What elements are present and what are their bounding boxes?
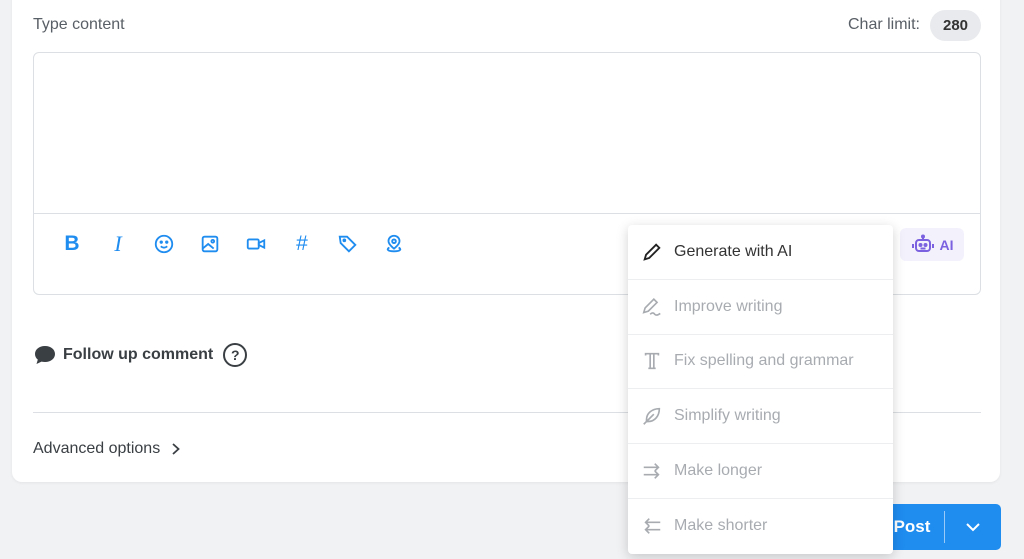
bold-button[interactable]: B (56, 229, 88, 259)
speech-bubble-icon (35, 346, 55, 364)
menu-item-fix-spelling[interactable]: Fix spelling and grammar (628, 335, 893, 390)
char-limit-badge: 280 (930, 10, 981, 41)
menu-item-label: Improve writing (674, 297, 783, 315)
content-label: Type content (33, 16, 125, 33)
char-limit-label: Char limit: (847, 16, 920, 33)
video-button[interactable] (240, 229, 272, 259)
emoji-button[interactable] (148, 229, 180, 259)
tag-button[interactable] (332, 229, 364, 259)
menu-item-simplify-writing[interactable]: Simplify writing (628, 389, 893, 445)
editor-toolbar: B I # (56, 229, 424, 259)
advanced-options-toggle[interactable]: Advanced options (33, 438, 182, 460)
ai-assistant-button[interactable]: AI (900, 228, 964, 261)
post-options-button[interactable] (945, 504, 1001, 550)
robot-icon (911, 234, 934, 252)
hashtag-button[interactable]: # (286, 229, 318, 259)
help-icon[interactable]: ? (223, 343, 248, 367)
stage: Type content Char limit: 280 B I # AI Fo… (0, 0, 1024, 559)
editor-toolbar-divider (33, 213, 981, 214)
italic-button[interactable]: I (102, 229, 134, 259)
hashtag-icon: # (296, 232, 308, 255)
menu-item-label: Simplify writing (674, 407, 781, 425)
video-camera-icon (246, 238, 266, 250)
bold-icon: B (64, 232, 80, 255)
pen-wave-icon (640, 295, 664, 319)
menu-item-label: Generate with AI (674, 242, 793, 260)
menu-item-label: Make longer (674, 462, 763, 480)
menu-item-improve-writing[interactable]: Improve writing (628, 280, 893, 335)
menu-item-generate-with-ai[interactable]: Generate with AI (628, 225, 893, 280)
follow-up-label: Follow up comment (63, 346, 214, 363)
arrows-compress-icon (640, 514, 664, 538)
location-pin-icon (386, 234, 402, 253)
menu-item-make-shorter[interactable]: Make shorter (628, 499, 893, 554)
smiley-icon (154, 234, 174, 254)
advanced-options-label: Advanced options (33, 440, 161, 457)
italic-icon: I (114, 231, 122, 256)
menu-item-label: Make shorter (674, 517, 768, 535)
tag-icon (338, 235, 357, 253)
chevron-down-icon (966, 523, 980, 532)
pen-icon (640, 240, 664, 264)
chevron-right-icon (172, 443, 181, 455)
follow-up-comment[interactable]: Follow up comment ? (33, 342, 248, 368)
menu-item-label: Fix spelling and grammar (674, 352, 854, 370)
menu-item-make-longer[interactable]: Make longer (628, 444, 893, 499)
ai-actions-menu: Generate with AI Improve writing Fix spe… (628, 225, 893, 554)
location-button[interactable] (378, 229, 410, 259)
arrows-expand-icon (640, 459, 664, 483)
text-t-icon (640, 349, 664, 373)
image-button[interactable] (194, 229, 226, 259)
feather-icon (640, 404, 664, 428)
ai-label: AI (939, 236, 954, 253)
image-icon (201, 235, 219, 253)
